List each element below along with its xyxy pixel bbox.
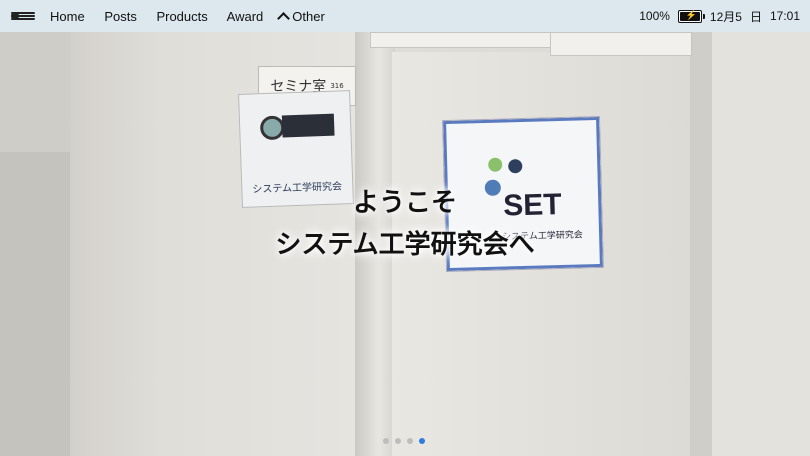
room-number: 316: [330, 82, 344, 90]
nav-posts[interactable]: Posts: [104, 9, 137, 24]
hero-welcome-heading: ようこそ システム工学研究会へ: [0, 182, 810, 266]
site-logo-icon[interactable]: [11, 11, 35, 21]
hero-carousel-slide[interactable]: セミナ室 316 システム工学研究会 SET システム工学研究会 ようこそ シス…: [0, 32, 810, 456]
carousel-dot[interactable]: [419, 438, 425, 444]
carousel-dot[interactable]: [395, 438, 401, 444]
club-emblem-icon: [259, 115, 285, 141]
top-navigation-bar: Home Posts Products Award Other 100% ⚡ 1…: [0, 0, 810, 32]
hero-welcome-line1: ようこそ: [352, 188, 457, 218]
logo-ball-green: [488, 157, 503, 172]
hero-pipe: [370, 32, 552, 48]
nav-home[interactable]: Home: [50, 9, 85, 24]
battery-percent: 100%: [639, 9, 670, 23]
nav-other-label: Other: [292, 8, 325, 24]
status-day: 日: [749, 9, 762, 24]
logo-ball-navy: [508, 159, 523, 174]
battery-charging-icon: ⚡: [677, 9, 705, 23]
carousel-indicators: [383, 438, 425, 444]
club-sign-banner: [281, 113, 335, 138]
carousel-dot[interactable]: [407, 438, 413, 444]
hero-duct: [550, 32, 692, 56]
nav-other-dropdown[interactable]: Other: [277, 8, 325, 25]
status-time: 17:01: [769, 9, 800, 23]
chevron-up-icon: [277, 11, 291, 25]
status-date: 12月5: [709, 9, 742, 24]
nav-products[interactable]: Products: [156, 9, 207, 24]
hero-welcome-line2: システム工学研究会へ: [275, 230, 535, 260]
main-nav: Home Posts Products Award: [50, 9, 279, 24]
carousel-dot[interactable]: [383, 438, 389, 444]
nav-award[interactable]: Award: [227, 9, 264, 24]
status-area: 100% ⚡ 12月5 日 17:01: [639, 0, 800, 32]
